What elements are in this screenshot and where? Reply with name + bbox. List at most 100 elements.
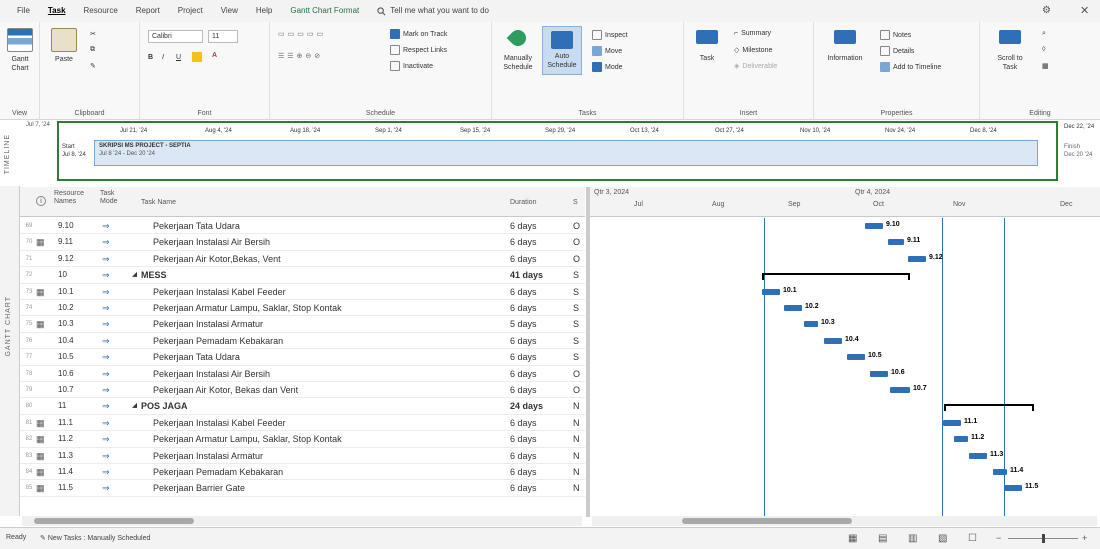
chart-horizontal-scrollbar[interactable] — [592, 516, 1097, 526]
table-row[interactable]: 80 11 ⇒ ◢ POS JAGA 24 days N — [20, 398, 585, 415]
start-cell[interactable]: O — [573, 382, 583, 398]
auto-schedule-button[interactable]: Auto Schedule — [542, 26, 582, 75]
calendar-indicator-icon[interactable]: ▦ — [36, 464, 45, 480]
tell-me-box[interactable]: Tell me what you want to do — [368, 0, 498, 22]
duration-cell[interactable]: 6 days — [510, 234, 565, 250]
calendar-indicator-icon[interactable]: ▦ — [36, 480, 45, 496]
grid-horizontal-scrollbar[interactable] — [22, 516, 582, 526]
table-row[interactable]: 81 ▦ 11.1 ⇒ Pekerjaan Instalasi Kabel Feeder… — [20, 415, 585, 432]
gantt-view-icon[interactable]: ▦ — [848, 533, 857, 544]
percent-complete-icons[interactable]: ▭▭▭▭▭ — [278, 30, 326, 38]
task-name-cell[interactable]: Pekerjaan Instalasi Air Bersih — [153, 234, 513, 250]
duration-cell[interactable]: 6 days — [510, 464, 565, 480]
table-row[interactable]: 75 ▦ 10.3 ⇒ Pekerjaan Instalasi Armatur 5 day… — [20, 316, 585, 333]
table-row[interactable]: 85 ▦ 11.5 ⇒ Pekerjaan Barrier Gate 6 days N — [20, 480, 585, 497]
insert-task-button[interactable]: Task — [692, 30, 722, 63]
start-cell[interactable]: S — [573, 284, 583, 300]
collapse-icon[interactable]: ◢ — [132, 398, 137, 414]
task-bar[interactable] — [908, 255, 926, 262]
tab-task[interactable]: Task — [39, 0, 75, 22]
table-row[interactable]: 76 10.4 ⇒ Pekerjaan Pemadam Kebakaran 6 days… — [20, 333, 585, 350]
table-row[interactable]: 77 10.5 ⇒ Pekerjaan Tata Udara 6 days S — [20, 349, 585, 366]
duration-cell[interactable]: 6 days — [510, 480, 565, 496]
tab-file[interactable]: File — [8, 0, 39, 22]
task-bar[interactable] — [993, 469, 1007, 475]
duration-cell[interactable]: 6 days — [510, 349, 565, 365]
fill-icon[interactable]: ▦ — [1042, 62, 1049, 70]
table-row[interactable]: 69 9.10 ⇒ Pekerjaan Tata Udara 6 days O — [20, 218, 585, 235]
clear-icon[interactable]: ◊ — [1042, 46, 1045, 53]
summary-button[interactable]: ⌐ Summary — [734, 30, 771, 37]
table-row[interactable]: 71 9.12 ⇒ Pekerjaan Air Kotor,Bekas, Vent 6 … — [20, 251, 585, 268]
task-name-cell[interactable]: Pekerjaan Barrier Gate — [153, 480, 513, 496]
start-cell[interactable]: O — [573, 251, 583, 267]
task-name-cell[interactable]: Pekerjaan Instalasi Kabel Feeder — [153, 284, 513, 300]
scroll-thumb[interactable] — [34, 518, 194, 524]
task-name-cell[interactable]: Pekerjaan Instalasi Air Bersih — [153, 366, 513, 382]
zoom-out-icon[interactable]: − — [996, 533, 1001, 543]
task-name-cell[interactable]: Pekerjaan Instalasi Kabel Feeder — [153, 415, 513, 431]
task-bar[interactable] — [890, 387, 910, 393]
table-row[interactable]: 74 10.2 ⇒ Pekerjaan Armatur Lampu, Saklar, … — [20, 300, 585, 317]
zoom-slider-thumb[interactable] — [1042, 534, 1045, 543]
col-duration[interactable]: Duration — [510, 199, 536, 206]
team-planner-icon[interactable]: ▥ — [908, 533, 917, 544]
duration-cell[interactable]: 6 days — [510, 333, 565, 349]
find-icon[interactable]: ⌕ — [1042, 30, 1046, 38]
cut-icon[interactable]: ✂ — [90, 30, 96, 38]
bold-icon[interactable]: B — [148, 54, 153, 61]
start-cell[interactable]: N — [573, 431, 583, 447]
duration-cell[interactable]: 6 days — [510, 448, 565, 464]
duration-cell[interactable]: 6 days — [510, 431, 565, 447]
tab-resource[interactable]: Resource — [75, 0, 127, 22]
table-row[interactable]: 83 ▦ 11.3 ⇒ Pekerjaan Instalasi Armatur 6 day… — [20, 448, 585, 464]
col-resource-names[interactable]: Resource Names — [54, 190, 94, 206]
summary-bar[interactable] — [762, 273, 910, 281]
task-bar[interactable] — [762, 288, 780, 295]
col-task-mode[interactable]: Task Mode — [100, 190, 130, 206]
start-cell[interactable]: N — [573, 398, 583, 414]
italic-icon[interactable]: I — [162, 54, 164, 61]
move-button[interactable]: Move — [592, 46, 622, 56]
start-cell[interactable]: N — [573, 415, 583, 431]
indent-icons[interactable]: ☰☰⊕⊖⊘ — [278, 52, 323, 60]
duration-cell[interactable]: 6 days — [510, 366, 565, 382]
task-bar[interactable] — [824, 337, 842, 344]
collapse-icon[interactable]: ◢ — [132, 267, 137, 283]
task-name-cell[interactable]: Pekerjaan Pemadam Kebakaran — [153, 464, 513, 480]
task-usage-icon[interactable]: ▤ — [878, 533, 887, 544]
task-bar[interactable] — [870, 370, 888, 377]
zoom-in-icon[interactable]: + — [1082, 533, 1087, 543]
tab-view[interactable]: View — [212, 0, 247, 22]
table-row[interactable]: 73 ▦ 10.1 ⇒ Pekerjaan Instalasi Kabel Feeder… — [20, 284, 585, 300]
duration-cell[interactable]: 41 days — [510, 267, 565, 283]
duration-cell[interactable]: 6 days — [510, 382, 565, 398]
tab-gantt-format[interactable]: Gantt Chart Format — [281, 0, 368, 22]
add-to-timeline-button[interactable]: Add to Timeline — [880, 62, 941, 72]
duration-cell[interactable]: 6 days — [510, 300, 565, 316]
calendar-indicator-icon[interactable]: ▦ — [36, 284, 45, 300]
milestone-button[interactable]: ◇ Milestone — [734, 46, 772, 55]
table-row[interactable]: 82 ▦ 11.2 ⇒ Pekerjaan Armatur Lampu, Saklar,… — [20, 431, 585, 448]
start-cell[interactable]: S — [573, 316, 583, 332]
start-cell[interactable]: N — [573, 448, 583, 464]
task-bar[interactable] — [969, 452, 987, 459]
calendar-indicator-icon[interactable]: ▦ — [36, 316, 45, 332]
start-cell[interactable]: O — [573, 218, 583, 234]
task-bar[interactable] — [1004, 485, 1022, 492]
start-cell[interactable]: O — [573, 366, 583, 382]
duration-cell[interactable]: 6 days — [510, 251, 565, 267]
tab-project[interactable]: Project — [169, 0, 212, 22]
start-cell[interactable]: S — [573, 300, 583, 316]
start-cell[interactable]: S — [573, 267, 583, 283]
task-name-cell[interactable]: Pekerjaan Instalasi Armatur — [153, 316, 513, 332]
calendar-indicator-icon[interactable]: ▦ — [36, 415, 45, 431]
font-name-select[interactable]: Calibri — [148, 30, 203, 43]
task-name-cell[interactable]: MESS — [141, 267, 501, 283]
font-size-select[interactable]: 11 — [208, 30, 238, 43]
task-bar[interactable] — [865, 223, 883, 229]
task-name-cell[interactable]: Pekerjaan Tata Udara — [153, 349, 513, 365]
table-row[interactable]: 78 10.6 ⇒ Pekerjaan Instalasi Air Bersih 6 d… — [20, 366, 585, 382]
font-color-icon[interactable]: A — [212, 52, 217, 59]
task-name-cell[interactable]: Pekerjaan Air Kotor,Bekas, Vent — [153, 251, 513, 267]
